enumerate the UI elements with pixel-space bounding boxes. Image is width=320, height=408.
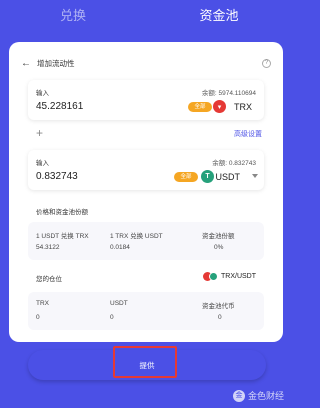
max-button[interactable]: 全部 xyxy=(188,102,212,112)
supply-button-label: 提供 xyxy=(139,360,155,370)
watermark-logo-icon: 金 xyxy=(232,389,245,402)
advanced-settings-link[interactable]: 高级设置 xyxy=(234,129,262,139)
tab-swap[interactable]: 兑换 xyxy=(0,0,146,32)
plus-row: + 高级设置 xyxy=(28,126,264,140)
balance-text: 余额: 5974.110694 xyxy=(201,90,256,97)
arrow-left-icon[interactable]: ← xyxy=(21,58,31,69)
token-symbol[interactable]: USDT xyxy=(216,172,241,182)
position-section-title: 您的仓位 xyxy=(36,276,62,283)
usdt-token-icon: T xyxy=(201,170,214,183)
chevron-down-icon[interactable] xyxy=(252,174,258,178)
price-info-box: 1 USDT 兑换 TRX 54.3122 1 TRX 兑换 USDT 0.01… xyxy=(28,222,264,260)
page-title: 增加流动性 xyxy=(37,58,75,68)
plus-icon: + xyxy=(36,126,44,140)
balance-text: 余额: 0.832743 xyxy=(212,160,256,167)
amount-input-trx[interactable]: 45.228161 xyxy=(36,101,83,112)
position-label: 资金池代币 xyxy=(202,303,235,310)
input-label: 输入 xyxy=(36,160,49,167)
price-value: 54.3122 xyxy=(36,244,60,251)
position-value: 0 xyxy=(110,314,114,321)
watermark-text: 金色财经 xyxy=(247,391,284,401)
usdt-token-icon xyxy=(209,272,218,281)
position-value: 0 xyxy=(36,314,40,321)
position-info-box: TRX 0 USDT 0 资金池代币 0 xyxy=(28,292,264,330)
position-label: USDT xyxy=(110,300,128,307)
tab-pool[interactable]: 资金池 xyxy=(146,0,292,32)
amount-input-usdt[interactable]: 0.832743 xyxy=(36,171,78,182)
pool-share-value: 0% xyxy=(214,244,224,251)
price-value: 0.0184 xyxy=(110,244,130,251)
top-tabs: 兑换 资金池 xyxy=(0,0,292,32)
input-label: 输入 xyxy=(36,90,49,97)
price-label: 1 TRX 兑换 USDT xyxy=(110,233,163,240)
token-symbol: TRX xyxy=(234,102,252,112)
supply-button[interactable]: 提供 xyxy=(28,350,266,380)
card-header: ← 增加流动性 ? xyxy=(21,56,271,70)
pair-label: TRX/USDT xyxy=(221,273,256,280)
position-value: 0 xyxy=(218,314,222,321)
input-box-trx: 输入 余额: 5974.110694 45.228161 全部 ▾ TRX xyxy=(28,80,264,120)
question-circle-icon[interactable]: ? xyxy=(262,58,271,68)
watermark: 金 金色财经 xyxy=(232,389,284,402)
input-box-usdt: 输入 余额: 0.832743 0.832743 全部 T USDT xyxy=(28,150,264,190)
position-label: TRX xyxy=(36,300,49,307)
price-label: 1 USDT 兑换 TRX xyxy=(36,233,89,240)
pair-badge: TRX/USDT xyxy=(203,272,256,281)
max-button[interactable]: 全部 xyxy=(174,172,198,182)
price-section-title: 价格和资金池份额 xyxy=(36,209,88,216)
pool-share-label: 资金池份额 xyxy=(202,233,235,240)
trx-token-icon: ▾ xyxy=(213,100,226,113)
